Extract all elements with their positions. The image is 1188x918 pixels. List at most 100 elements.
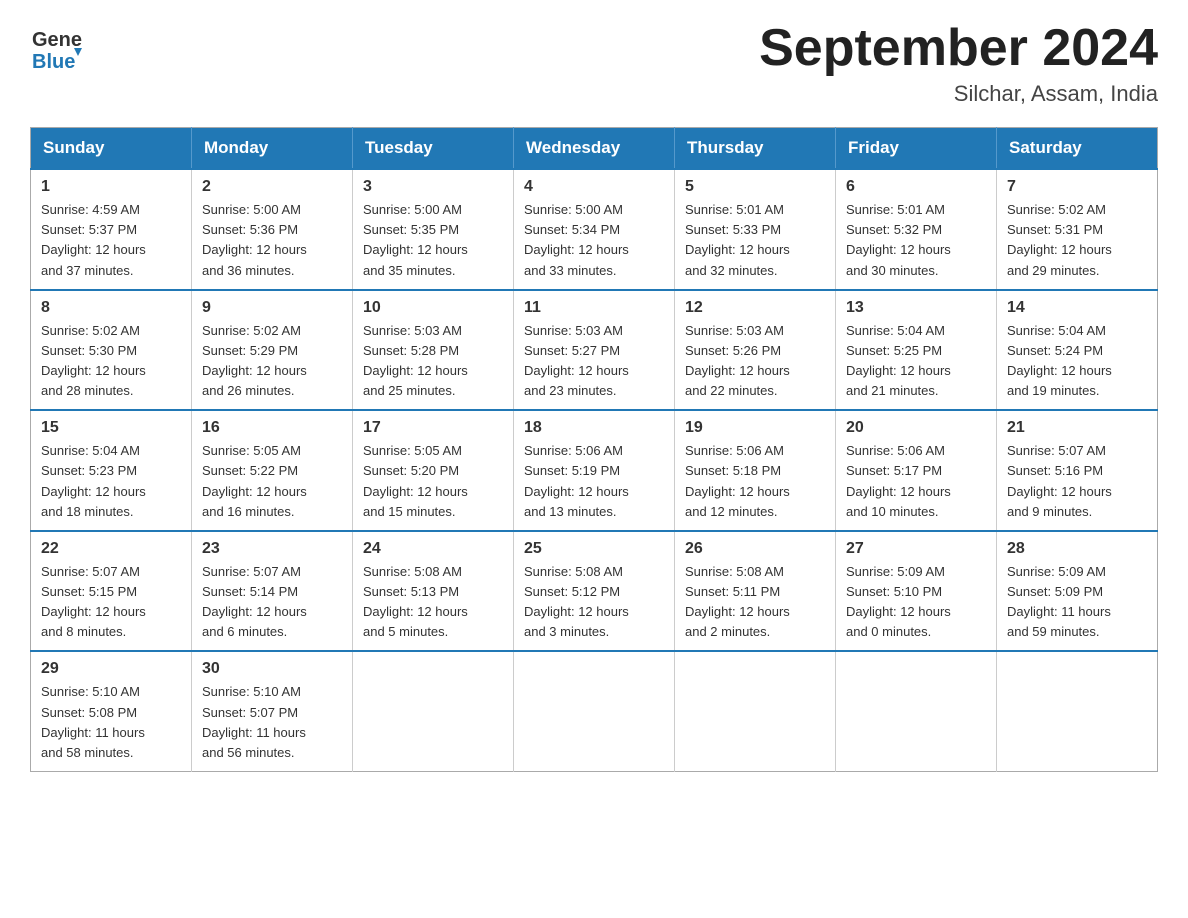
day-number: 18 <box>524 419 664 437</box>
day-number: 15 <box>41 419 181 437</box>
calendar-cell: 30 Sunrise: 5:10 AM Sunset: 5:07 PM Dayli… <box>192 651 353 771</box>
day-info: Sunrise: 5:03 AM Sunset: 5:26 PM Dayligh… <box>685 321 825 402</box>
day-info: Sunrise: 5:09 AM Sunset: 5:09 PM Dayligh… <box>1007 562 1147 643</box>
day-info: Sunrise: 5:06 AM Sunset: 5:17 PM Dayligh… <box>846 441 986 522</box>
day-number: 17 <box>363 419 503 437</box>
day-number: 1 <box>41 178 181 196</box>
day-info: Sunrise: 5:10 AM Sunset: 5:08 PM Dayligh… <box>41 682 181 763</box>
calendar-cell <box>836 651 997 771</box>
day-info: Sunrise: 4:59 AM Sunset: 5:37 PM Dayligh… <box>41 200 181 281</box>
day-number: 2 <box>202 178 342 196</box>
day-info: Sunrise: 5:01 AM Sunset: 5:32 PM Dayligh… <box>846 200 986 281</box>
calendar-title: September 2024 <box>759 20 1158 77</box>
calendar-cell: 21 Sunrise: 5:07 AM Sunset: 5:16 PM Dayli… <box>997 410 1158 531</box>
calendar-cell: 5 Sunrise: 5:01 AM Sunset: 5:33 PM Daylig… <box>675 169 836 290</box>
svg-text:General: General <box>32 29 82 51</box>
calendar-cell: 11 Sunrise: 5:03 AM Sunset: 5:27 PM Dayli… <box>514 290 675 411</box>
day-info: Sunrise: 5:07 AM Sunset: 5:14 PM Dayligh… <box>202 562 342 643</box>
calendar-cell: 14 Sunrise: 5:04 AM Sunset: 5:24 PM Dayli… <box>997 290 1158 411</box>
day-number: 5 <box>685 178 825 196</box>
calendar-cell: 24 Sunrise: 5:08 AM Sunset: 5:13 PM Dayli… <box>353 531 514 652</box>
day-number: 27 <box>846 540 986 558</box>
day-number: 30 <box>202 660 342 678</box>
calendar-cell: 22 Sunrise: 5:07 AM Sunset: 5:15 PM Dayli… <box>31 531 192 652</box>
day-info: Sunrise: 5:03 AM Sunset: 5:27 PM Dayligh… <box>524 321 664 402</box>
calendar-cell: 6 Sunrise: 5:01 AM Sunset: 5:32 PM Daylig… <box>836 169 997 290</box>
day-number: 21 <box>1007 419 1147 437</box>
day-info: Sunrise: 5:04 AM Sunset: 5:25 PM Dayligh… <box>846 321 986 402</box>
calendar-cell: 29 Sunrise: 5:10 AM Sunset: 5:08 PM Dayli… <box>31 651 192 771</box>
calendar-week-row: 29 Sunrise: 5:10 AM Sunset: 5:08 PM Dayli… <box>31 651 1158 771</box>
calendar-cell: 7Sunrise: 5:02 AM Sunset: 5:31 PM Daylig… <box>997 169 1158 290</box>
day-number: 24 <box>363 540 503 558</box>
day-number: 29 <box>41 660 181 678</box>
day-number: 3 <box>363 178 503 196</box>
calendar-cell: 3 Sunrise: 5:00 AM Sunset: 5:35 PM Daylig… <box>353 169 514 290</box>
calendar-cell: 12Sunrise: 5:03 AM Sunset: 5:26 PM Dayli… <box>675 290 836 411</box>
day-number: 16 <box>202 419 342 437</box>
day-info: Sunrise: 5:01 AM Sunset: 5:33 PM Dayligh… <box>685 200 825 281</box>
calendar-cell: 28Sunrise: 5:09 AM Sunset: 5:09 PM Dayli… <box>997 531 1158 652</box>
day-info: Sunrise: 5:00 AM Sunset: 5:36 PM Dayligh… <box>202 200 342 281</box>
calendar-cell: 27Sunrise: 5:09 AM Sunset: 5:10 PM Dayli… <box>836 531 997 652</box>
logo: General Blue <box>30 20 82 72</box>
day-info: Sunrise: 5:02 AM Sunset: 5:30 PM Dayligh… <box>41 321 181 402</box>
day-number: 13 <box>846 299 986 317</box>
calendar-cell: 15 Sunrise: 5:04 AM Sunset: 5:23 PM Dayli… <box>31 410 192 531</box>
day-number: 25 <box>524 540 664 558</box>
calendar-cell: 13 Sunrise: 5:04 AM Sunset: 5:25 PM Dayli… <box>836 290 997 411</box>
calendar-cell: 26 Sunrise: 5:08 AM Sunset: 5:11 PM Dayli… <box>675 531 836 652</box>
day-number: 11 <box>524 299 664 317</box>
weekday-header-sunday: Sunday <box>31 128 192 170</box>
weekday-header-friday: Friday <box>836 128 997 170</box>
calendar-table: SundayMondayTuesdayWednesdayThursdayFrid… <box>30 127 1158 772</box>
day-number: 9 <box>202 299 342 317</box>
weekday-header-wednesday: Wednesday <box>514 128 675 170</box>
day-number: 14 <box>1007 299 1147 317</box>
calendar-cell: 25Sunrise: 5:08 AM Sunset: 5:12 PM Dayli… <box>514 531 675 652</box>
calendar-cell: 17 Sunrise: 5:05 AM Sunset: 5:20 PM Dayli… <box>353 410 514 531</box>
day-info: Sunrise: 5:07 AM Sunset: 5:16 PM Dayligh… <box>1007 441 1147 522</box>
calendar-cell <box>514 651 675 771</box>
day-info: Sunrise: 5:06 AM Sunset: 5:19 PM Dayligh… <box>524 441 664 522</box>
day-number: 8 <box>41 299 181 317</box>
calendar-cell <box>353 651 514 771</box>
calendar-cell: 4Sunrise: 5:00 AM Sunset: 5:34 PM Daylig… <box>514 169 675 290</box>
calendar-cell: 9 Sunrise: 5:02 AM Sunset: 5:29 PM Daylig… <box>192 290 353 411</box>
calendar-cell: 18 Sunrise: 5:06 AM Sunset: 5:19 PM Dayli… <box>514 410 675 531</box>
day-number: 6 <box>846 178 986 196</box>
day-number: 20 <box>846 419 986 437</box>
calendar-cell: 19Sunrise: 5:06 AM Sunset: 5:18 PM Dayli… <box>675 410 836 531</box>
day-info: Sunrise: 5:02 AM Sunset: 5:29 PM Dayligh… <box>202 321 342 402</box>
weekday-header-monday: Monday <box>192 128 353 170</box>
calendar-cell: 2 Sunrise: 5:00 AM Sunset: 5:36 PM Daylig… <box>192 169 353 290</box>
page-header: General Blue September 2024 Silchar, Ass… <box>30 20 1158 107</box>
day-info: Sunrise: 5:04 AM Sunset: 5:24 PM Dayligh… <box>1007 321 1147 402</box>
weekday-header-row: SundayMondayTuesdayWednesdayThursdayFrid… <box>31 128 1158 170</box>
day-number: 10 <box>363 299 503 317</box>
day-info: Sunrise: 5:00 AM Sunset: 5:35 PM Dayligh… <box>363 200 503 281</box>
calendar-cell: 10 Sunrise: 5:03 AM Sunset: 5:28 PM Dayli… <box>353 290 514 411</box>
day-info: Sunrise: 5:00 AM Sunset: 5:34 PM Dayligh… <box>524 200 664 281</box>
day-info: Sunrise: 5:10 AM Sunset: 5:07 PM Dayligh… <box>202 682 342 763</box>
weekday-header-saturday: Saturday <box>997 128 1158 170</box>
logo-icon: General Blue <box>30 20 82 72</box>
day-info: Sunrise: 5:04 AM Sunset: 5:23 PM Dayligh… <box>41 441 181 522</box>
calendar-cell: 23Sunrise: 5:07 AM Sunset: 5:14 PM Dayli… <box>192 531 353 652</box>
title-area: September 2024 Silchar, Assam, India <box>759 20 1158 107</box>
day-number: 19 <box>685 419 825 437</box>
day-number: 22 <box>41 540 181 558</box>
svg-text:Blue: Blue <box>32 51 75 72</box>
day-info: Sunrise: 5:05 AM Sunset: 5:22 PM Dayligh… <box>202 441 342 522</box>
calendar-cell: 16 Sunrise: 5:05 AM Sunset: 5:22 PM Dayli… <box>192 410 353 531</box>
day-info: Sunrise: 5:08 AM Sunset: 5:11 PM Dayligh… <box>685 562 825 643</box>
calendar-week-row: 8 Sunrise: 5:02 AM Sunset: 5:30 PM Daylig… <box>31 290 1158 411</box>
day-info: Sunrise: 5:03 AM Sunset: 5:28 PM Dayligh… <box>363 321 503 402</box>
calendar-week-row: 15 Sunrise: 5:04 AM Sunset: 5:23 PM Dayli… <box>31 410 1158 531</box>
day-info: Sunrise: 5:05 AM Sunset: 5:20 PM Dayligh… <box>363 441 503 522</box>
calendar-cell <box>997 651 1158 771</box>
day-number: 26 <box>685 540 825 558</box>
day-number: 7 <box>1007 178 1147 196</box>
day-info: Sunrise: 5:07 AM Sunset: 5:15 PM Dayligh… <box>41 562 181 643</box>
day-info: Sunrise: 5:08 AM Sunset: 5:13 PM Dayligh… <box>363 562 503 643</box>
